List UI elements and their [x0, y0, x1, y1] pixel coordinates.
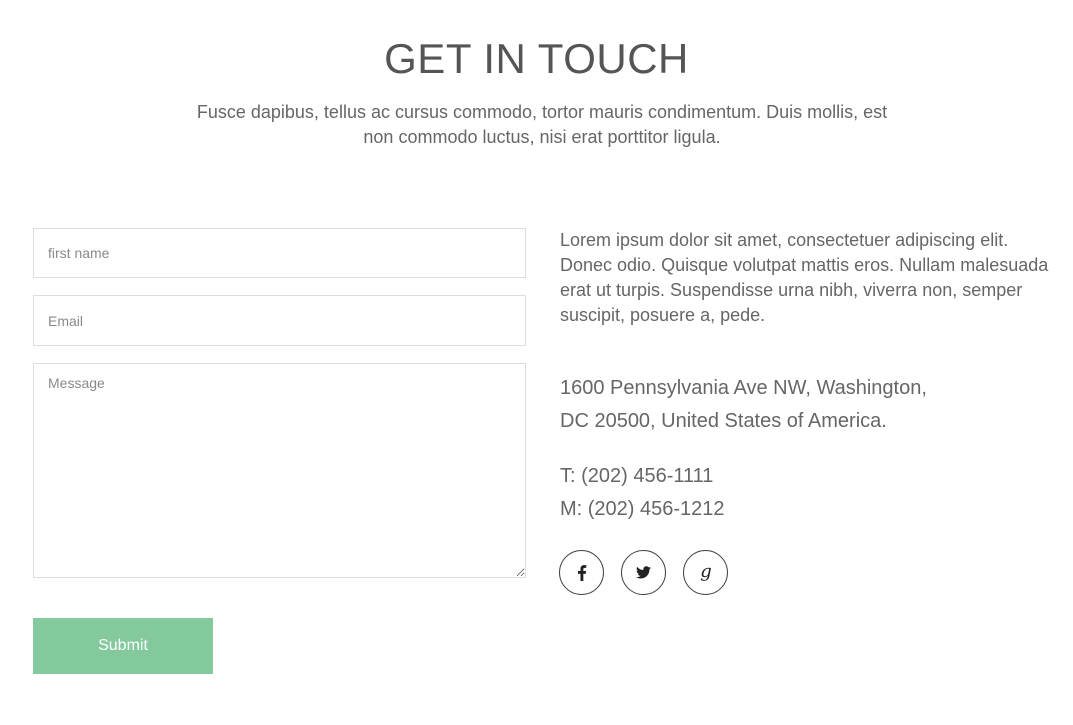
google-plus-icon: g — [700, 563, 712, 582]
google-plus-link[interactable]: g — [683, 550, 728, 595]
phone-block: T: (202) 456-1111 M: (202) 456-1212 — [560, 460, 1060, 526]
svg-text:g: g — [700, 563, 712, 582]
mobile-number: M: (202) 456-1212 — [560, 498, 725, 520]
twitter-link[interactable] — [621, 550, 666, 595]
submit-button[interactable]: Submit — [33, 618, 213, 674]
twitter-icon — [636, 566, 651, 579]
email-input[interactable] — [33, 295, 526, 346]
telephone-number: T: (202) 456-1111 — [560, 465, 714, 487]
address-block: 1600 Pennsylvania Ave NW, Washington, DC… — [560, 372, 1060, 438]
page-title: GET IN TOUCH — [384, 35, 689, 82]
page-subtitle: Fusce dapibus, tellus ac cursus commodo,… — [196, 102, 888, 147]
message-textarea[interactable] — [33, 363, 526, 578]
facebook-link[interactable] — [559, 550, 604, 595]
contact-intro-text: Lorem ipsum dolor sit amet, consectetuer… — [560, 230, 1049, 325]
first-name-input[interactable] — [33, 228, 526, 278]
social-links: g — [559, 550, 728, 595]
address-line-1: 1600 Pennsylvania Ave NW, Washington, — [560, 377, 927, 399]
facebook-icon — [577, 564, 586, 581]
address-line-2: DC 20500, United States of America. — [560, 410, 887, 432]
